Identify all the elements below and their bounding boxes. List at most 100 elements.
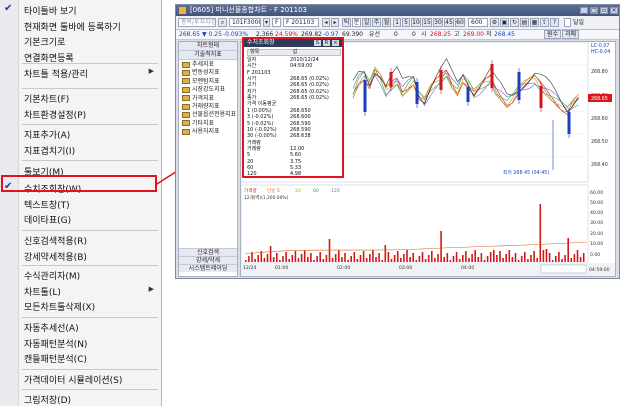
symbol-field[interactable]: F 201103 (283, 18, 319, 27)
search-icon[interactable]: ⌕ (218, 18, 227, 27)
volume-bar (434, 258, 436, 262)
volume-bar (424, 259, 427, 262)
volume-bar (248, 256, 250, 262)
prev-icon[interactable]: ◂ (322, 18, 330, 27)
volume-bar (362, 251, 365, 262)
tech-indicator-tab[interactable]: 기술적지표 (179, 51, 237, 60)
volume-bar (517, 260, 520, 262)
candle-body (490, 64, 494, 88)
minute-5[interactable]: 5 (402, 18, 410, 27)
x-axis-label: 01:00 (275, 265, 288, 271)
minute-30[interactable]: 30 (433, 18, 443, 27)
popup-row: 저가 268.65 (0.02%) (247, 89, 343, 95)
daily-checkbox[interactable] (564, 18, 571, 27)
indicator-folder-item[interactable]: 시장강도지표 (182, 86, 237, 94)
popup-row-value: 268.65 (0.02%) (290, 76, 329, 83)
volume-bar (477, 257, 480, 262)
chart-type-tab[interactable]: 차트형태 (179, 42, 237, 51)
indicator-folder-item[interactable]: 기타지표 (182, 120, 237, 128)
code-dropdown-icon[interactable]: ▾ (263, 18, 270, 27)
period-month[interactable]: 월 (382, 18, 391, 27)
code-input[interactable]: 101F3000 (229, 18, 261, 27)
candle-body (363, 80, 367, 112)
strength-weakness-button[interactable]: 강세/약세 (179, 256, 237, 264)
price-axis-label: 268.50 (591, 139, 608, 145)
indicator-folder-item[interactable]: 추세지표 (182, 61, 237, 69)
popup-row: 고가 268.65 (0.02%) (247, 82, 343, 88)
refresh-icon[interactable]: ↻ (510, 18, 519, 27)
period-tick[interactable]: 틱 (342, 18, 351, 27)
indicator-folder-item[interactable]: 모멘텀지표 (182, 78, 237, 86)
indicator-folder-label: 변동성지표 (192, 69, 220, 77)
period-day[interactable]: 일 (362, 18, 371, 27)
volume-bar (344, 253, 346, 262)
indicator-folder-item[interactable]: 변동성지표 (182, 69, 237, 77)
minute-60[interactable]: 60 (455, 18, 465, 27)
volume-bar (520, 256, 523, 262)
grid-icon[interactable]: ▦ (530, 18, 539, 27)
indicator-folder-item[interactable]: 거래량지표 (182, 103, 237, 111)
minimize-button[interactable]: _ (580, 7, 588, 14)
minute-1[interactable]: 1 (393, 18, 401, 27)
signal-search-button[interactable]: 신호검색 (179, 248, 237, 256)
period-input[interactable]: 600 (468, 18, 488, 27)
volume-bar (393, 255, 396, 262)
close-button[interactable]: × (610, 7, 618, 14)
indicator-folder-item[interactable]: 가격지표 (182, 95, 237, 103)
open-interest: 69.390 (342, 31, 363, 38)
indicator-folder-item[interactable]: 사용자지표 (182, 128, 237, 136)
search-input[interactable]: 종목/투자자검색 (178, 18, 216, 27)
popup-r-button[interactable]: R (323, 40, 330, 46)
minute-10[interactable]: 10 (411, 18, 421, 27)
scrollbar-track (540, 264, 587, 274)
volume-bar (564, 255, 566, 262)
popup-table-header: 항목 값 (247, 49, 341, 56)
folder-icon (182, 120, 190, 127)
maximize-button[interactable]: □ (590, 7, 598, 14)
volume-bar (272, 257, 275, 262)
popup-row-key: 20 (247, 158, 254, 165)
volume-bar (300, 254, 303, 262)
popup-row: 거래량 12.00 (247, 146, 343, 152)
help-icon[interactable]: ? (550, 18, 559, 27)
data-popup[interactable]: 수치조회창 S R × 항목 값 일자 2010/12/24 시간 04:59:00 F… (242, 37, 344, 178)
volume-bar (279, 260, 281, 262)
volume-bar (307, 257, 309, 262)
minute-45[interactable]: 45 (444, 18, 454, 27)
volume-bar (384, 245, 387, 262)
price-axis-label: 268.80 (591, 69, 608, 75)
restore-button[interactable]: ▫ (600, 7, 608, 14)
volume-bar (493, 250, 495, 262)
popup-row-key: 시간 (247, 63, 257, 70)
system-trading-button[interactable]: 시스템트레이딩 (179, 264, 237, 272)
volume-bar (375, 257, 377, 262)
price-change: ▼ 0.25 (202, 31, 222, 38)
indicator-folder-item[interactable]: 선물옵션전용지표 (182, 111, 237, 119)
folder-icon (182, 111, 190, 118)
volume-bar (406, 250, 408, 262)
period-min[interactable]: 분 (352, 18, 361, 27)
popup-row: 일자 2010/12/24 (247, 57, 343, 63)
volume-bar (582, 253, 585, 262)
volume-bar (396, 251, 399, 262)
period-week[interactable]: 주 (372, 18, 381, 27)
minute-15[interactable]: 15 (422, 18, 432, 27)
button-wonsu[interactable]: 원수 (544, 30, 562, 39)
volume-bar (573, 254, 576, 262)
volume-bar (310, 253, 312, 262)
next-icon[interactable]: ▸ (331, 18, 339, 27)
popup-row: 거래량 (247, 140, 343, 146)
print-icon[interactable]: ▤ (520, 18, 529, 27)
button-gwamae[interactable]: 과매 (562, 30, 580, 39)
volume-bar (489, 252, 492, 262)
type-select[interactable]: F (272, 18, 281, 27)
volume-bar (313, 260, 315, 262)
popup-row-key: 10 (-0.02%) (247, 126, 277, 133)
export-icon[interactable]: ⇪ (540, 18, 549, 27)
popup-row: 60 5.33 (247, 165, 343, 171)
popup-s-button[interactable]: S (314, 40, 321, 46)
settings-icon[interactable]: ⚙ (490, 18, 499, 27)
popup-close-icon[interactable]: × (332, 40, 339, 46)
candle-body (415, 82, 419, 104)
lock-icon[interactable]: ▣ (500, 18, 509, 27)
